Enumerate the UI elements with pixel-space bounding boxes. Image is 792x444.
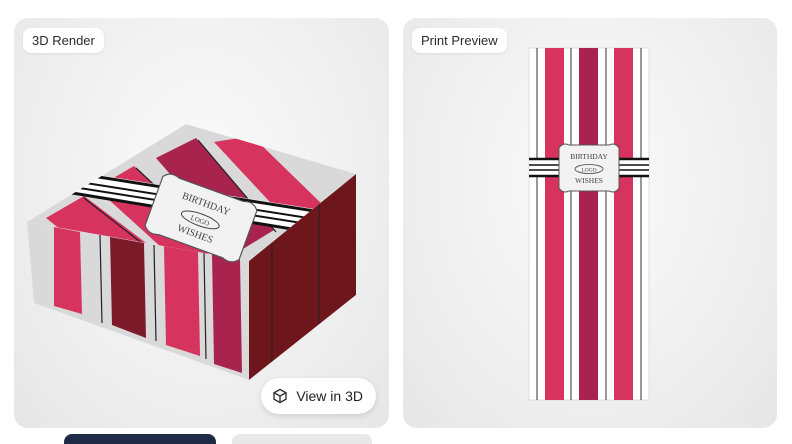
print-preview-panel: BIRTHDAY LOGO WISHES Print Preview	[403, 18, 777, 428]
print-label-line1: BIRTHDAY	[570, 152, 608, 161]
print-label-line2: WISHES	[575, 176, 603, 185]
box-3d-render: BIRTHDAY LOGO WISHES	[27, 124, 356, 380]
view-in-3d-label: View in 3D	[296, 388, 363, 404]
render-panel: BIRTHDAY LOGO WISHES 3D Render View in 3…	[14, 18, 389, 428]
print-preview-title: Print Preview	[412, 28, 507, 53]
print-preview-sheet: BIRTHDAY LOGO WISHES	[528, 47, 650, 401]
view-in-3d-button[interactable]: View in 3D	[261, 378, 376, 414]
bottom-button-light[interactable]	[232, 434, 372, 444]
print-label-logo: LOGO	[581, 168, 596, 174]
cube-icon	[272, 388, 288, 404]
render-title: 3D Render	[23, 28, 104, 53]
bottom-button-dark[interactable]	[64, 434, 216, 444]
